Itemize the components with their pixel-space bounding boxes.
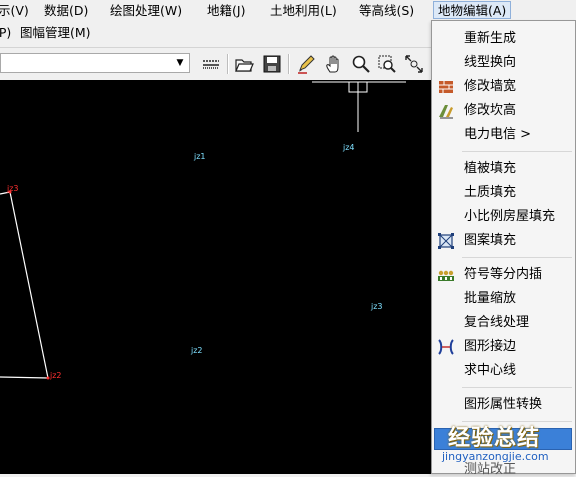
zoom-window-icon[interactable] [376, 53, 398, 75]
chevron-down-icon[interactable]: ▼ [174, 57, 186, 69]
menu-item-label: 求中心线 [464, 363, 517, 378]
menu-item-modify-slope-height[interactable]: 修改坎高 [432, 99, 575, 123]
point-label-jz4: jz4 [343, 143, 355, 152]
menu-item-soil-fill[interactable]: 土质填充 [432, 181, 575, 205]
menu-item-vegetation-fill[interactable]: 植被填充 [432, 157, 575, 181]
menu-item-label: 线型换向 [464, 55, 517, 70]
menu-item-regenerate[interactable]: 重新生成 [432, 27, 575, 51]
menu-separator [462, 257, 572, 258]
menu-item-batch-scale[interactable]: 批量缩放 [432, 287, 575, 311]
menu-item-polyline-processing[interactable]: 复合线处理 [432, 311, 575, 335]
menu-view[interactable]: 示(V) [0, 3, 29, 19]
menu-item-pattern-fill[interactable]: 图案填充 [432, 229, 575, 253]
zoom-extents-icon[interactable] [403, 53, 425, 75]
toolbar-separator [227, 54, 229, 74]
point-label-jz2: jz2 [191, 346, 203, 355]
menu-item-label: 电力电信 > [464, 127, 532, 142]
menu-item-attribute-conversion[interactable]: 图形属性转换 [432, 393, 575, 417]
menu-item-label: 图形接边 [464, 339, 517, 354]
hatch-icon [437, 232, 455, 250]
menu-item-label: 修改坎高 [464, 103, 517, 118]
menu-sheet-management[interactable]: 图幅管理(M) [20, 25, 91, 41]
canvas-geometry [0, 81, 406, 380]
wall-width-icon [437, 78, 455, 96]
menu-item-label: 修改墙宽 [464, 79, 517, 94]
slope-height-icon [437, 102, 455, 120]
menu-drawing[interactable]: 绘图处理(W) [110, 3, 182, 19]
open-folder-icon[interactable] [233, 53, 255, 75]
point-label-jz1: jz1 [194, 152, 206, 161]
menu-item-label: 图形属性转换 [464, 397, 543, 412]
layer-combo[interactable]: ▼ [0, 53, 190, 73]
watermark-url: jingyanzongjie.com [442, 450, 549, 463]
menu-bar-row2: (P) 图幅管理(M) [0, 22, 430, 44]
save-icon[interactable] [261, 53, 283, 75]
drawing-canvas[interactable]: jz1 jz4 jz3 jz2 jz3 jz2 [0, 80, 432, 474]
menu-item-power-telecom[interactable]: 电力电信 > [432, 123, 575, 147]
menu-data[interactable]: 数据(D) [44, 3, 88, 19]
menu-item-symbol-interpolation[interactable]: 符号等分内插 [432, 263, 575, 287]
parcel-boundary [0, 191, 49, 379]
menu-item-label: 土质填充 [464, 185, 517, 200]
feature-edit-dropdown: 重新生成 线型换向 修改墙宽 修改坎高 电力电信 > 植被填充 土质填充 小比例… [431, 20, 576, 477]
menu-feature-edit[interactable]: 地物编辑(A) [433, 1, 512, 19]
menu-item-reverse-linetype[interactable]: 线型换向 [432, 51, 575, 75]
watermark: 经验总结 jingyanzongjie.com [440, 420, 576, 474]
boundary-label-jz2: jz2 [50, 371, 62, 380]
edge-match-icon [437, 338, 455, 356]
boundary-label-jz3: jz3 [7, 184, 19, 193]
menu-item-modify-wall-width[interactable]: 修改墙宽 [432, 75, 575, 99]
menu-p[interactable]: (P) [0, 25, 11, 41]
menu-separator [462, 151, 572, 152]
toolbar-separator [288, 54, 290, 74]
menu-item-label: 小比例房屋填充 [464, 209, 556, 224]
menu-item-label: 图案填充 [464, 233, 517, 248]
menu-item-label: 植被填充 [464, 161, 517, 176]
hand-pan-icon[interactable] [323, 53, 345, 75]
menu-item-centerline[interactable]: 求中心线 [432, 359, 575, 383]
menu-item-small-scale-house-fill[interactable]: 小比例房屋填充 [432, 205, 575, 229]
point-label-jz3: jz3 [371, 302, 383, 311]
zoom-icon[interactable] [350, 53, 372, 75]
menu-item-label: 重新生成 [464, 31, 517, 46]
menu-item-edge-matching[interactable]: 图形接边 [432, 335, 575, 359]
menu-item-label: 批量缩放 [464, 291, 517, 306]
menu-cadastre[interactable]: 地籍(J) [207, 3, 245, 19]
menu-contour[interactable]: 等高线(S) [359, 3, 414, 19]
menu-item-label: 复合线处理 [464, 315, 530, 330]
menu-item-label: 符号等分内插 [464, 267, 543, 282]
lines-icon[interactable] [200, 53, 222, 75]
menu-bar: 示(V) 数据(D) 绘图处理(W) 地籍(J) 土地利用(L) 等高线(S) … [0, 0, 576, 22]
toolbar: ▼ [0, 47, 432, 80]
menu-separator [462, 387, 572, 388]
symbol-interp-icon [437, 266, 455, 284]
watermark-title: 经验总结 [448, 426, 541, 451]
menu-land-use[interactable]: 土地利用(L) [270, 3, 337, 19]
pencil-icon[interactable] [295, 53, 317, 75]
